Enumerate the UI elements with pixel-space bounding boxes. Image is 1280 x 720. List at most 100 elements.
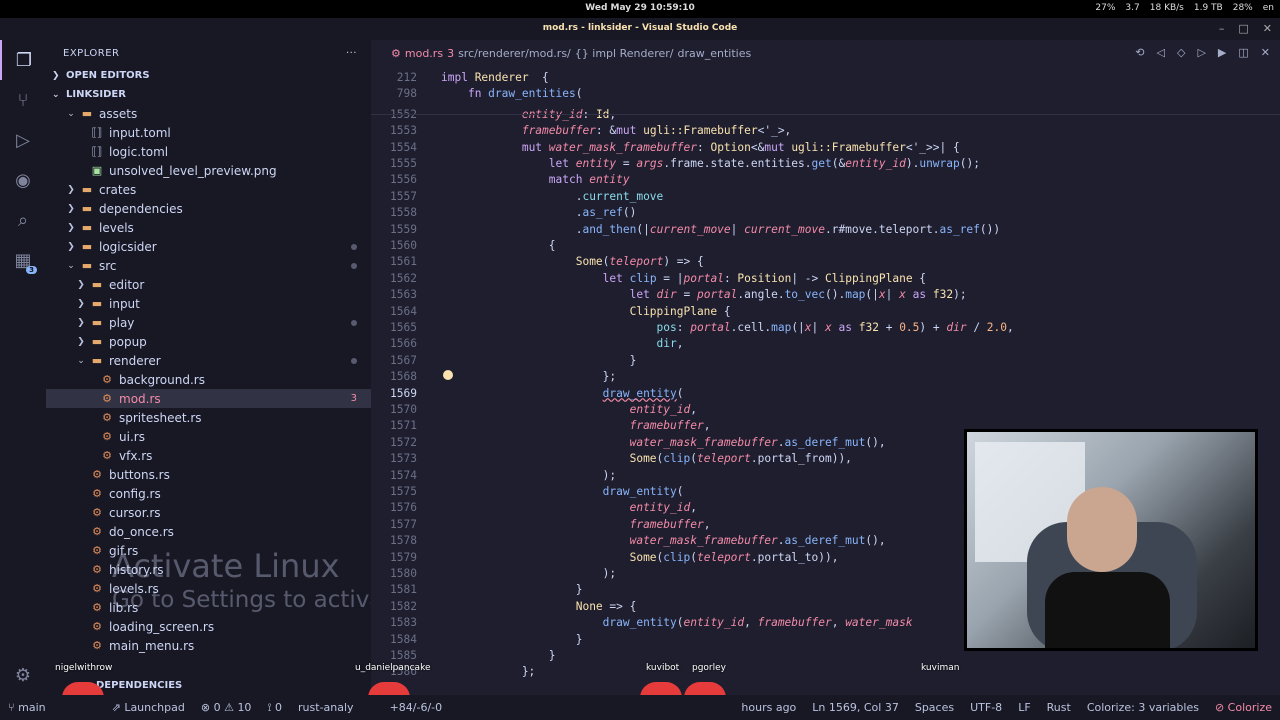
breadcrumb-file[interactable]: mod.rs [405,47,443,60]
go-forward-icon[interactable]: ▷ [1197,46,1205,59]
remote-icon[interactable]: ◉ [0,160,46,200]
diff-item[interactable]: +84/-6/-0 [382,701,451,714]
maximize-icon[interactable]: □ [1238,22,1248,35]
tree-item[interactable]: ❯ ▬ levels [46,218,371,237]
code-line[interactable]: 1567 } [371,353,1280,369]
code-line[interactable]: 1555 let entity = args.frame.state.entit… [371,156,1280,172]
project-section[interactable]: ⌄ LINKSIDER [46,85,371,104]
source-control-icon[interactable]: ⑂ [0,80,46,120]
search-icon[interactable]: ⌕ [0,200,46,240]
explorer-icon[interactable]: ❐ [0,40,46,80]
problems-item[interactable]: ⊗ 0 ⚠ 10 [193,701,260,714]
code-line[interactable]: 1586 }; [371,664,1280,680]
tree-item-label: input.toml [109,125,171,140]
minimize-icon[interactable]: – [1219,22,1225,35]
code-token: ClippingPlane [629,304,718,318]
tree-item[interactable]: ⚙ spritesheet.rs [46,408,371,427]
code-line[interactable]: 1570 entity_id, [371,402,1280,418]
run-debug-icon[interactable]: ▷ [0,120,46,160]
code-token: { [717,304,731,318]
tree-item[interactable]: ❯ ▬ logicsider [46,237,371,256]
blame-item[interactable]: hours ago [733,701,804,714]
tree-item[interactable]: ⚙ background.rs [46,370,371,389]
tree-item[interactable]: ⌄ ▬ renderer [46,351,371,370]
code-line[interactable]: 1554 mut water_mask_framebuffer: Option<… [371,140,1280,156]
code-line[interactable]: 1566 dir, [371,336,1280,352]
ports-item[interactable]: ⟟ 0 [259,701,290,715]
tree-item[interactable]: ❯ ▬ dependencies [46,199,371,218]
tree-item[interactable]: ⚙ mod.rs 3 [46,389,371,408]
code-line[interactable]: 1563 let dir = portal.angle.to_vec().map… [371,287,1280,303]
code-line[interactable]: 1568 }; [371,369,1280,385]
tree-item[interactable]: ❯ ▬ editor [46,275,371,294]
code-line[interactable]: 1569 draw_entity( [371,386,1280,402]
lightbulb-icon[interactable] [443,370,453,380]
tree-item[interactable]: ❯ ▬ play [46,313,371,332]
code-line[interactable]: 1560 { [371,238,1280,254]
code-line[interactable]: 1557 .current_move [371,189,1280,205]
tree-item[interactable]: ⚙ buttons.rs [46,465,371,484]
code-line[interactable]: 798 fn draw_entities( [371,86,1280,102]
tree-item[interactable]: ⚙ gif.rs [46,541,371,560]
tree-item[interactable]: ⚙ levels.rs [46,579,371,598]
colorize-vars-item[interactable]: Colorize: 3 variables [1079,701,1207,714]
tree-item[interactable]: ⌄ ▬ assets [46,104,371,123]
tree-item[interactable]: ⚙ config.rs [46,484,371,503]
code-line[interactable]: 1561 Some(teleport) => { [371,254,1280,270]
tree-item[interactable]: ⟦⟧ logic.toml [46,142,371,161]
code-token: ( [690,550,697,564]
tree-item[interactable]: ▣ unsolved_level_preview.png [46,161,371,180]
language-mode[interactable]: Rust [1039,701,1079,714]
breadcrumb-path[interactable]: src/renderer/mod.rs/ [458,47,571,60]
close-editor-icon[interactable]: ✕ [1261,46,1270,59]
code-line[interactable]: 1558 .as_ref() [371,205,1280,221]
extensions-icon[interactable]: ▦ 3 [0,240,46,280]
tree-item[interactable]: ⚙ history.rs [46,560,371,579]
branch-item[interactable]: ⑂ main [0,701,54,714]
code-line[interactable]: 1564 ClippingPlane { [371,304,1280,320]
eol-item[interactable]: LF [1010,701,1038,714]
tree-item[interactable]: ⚙ ui.rs [46,427,371,446]
close-icon[interactable]: ✕ [1263,22,1272,35]
modified-dot [351,357,357,364]
code-line[interactable]: 212 impl Renderer { [371,70,1280,86]
tree-item[interactable]: ⚙ main_menu.rs [46,636,371,655]
tree-item[interactable]: ❯ ▬ crates [46,180,371,199]
compare-icon[interactable]: ◇ [1177,46,1185,59]
tree-item[interactable]: ⚙ loading_screen.rs [46,617,371,636]
code-line[interactable]: 1559 .and_then(|current_move| current_mo… [371,222,1280,238]
analyzer-item[interactable]: rust-analy [290,701,362,714]
more-actions-icon[interactable]: ··· [346,48,357,59]
settings-gear-icon[interactable]: ⚙ [0,655,46,695]
go-back-icon[interactable]: ◁ [1157,46,1165,59]
tree-item[interactable]: ⚙ do_once.rs [46,522,371,541]
code-token: args [636,157,664,170]
tree-item[interactable]: ❯ ▬ popup [46,332,371,351]
folder-icon: ▬ [91,335,103,348]
tree-item[interactable]: ❯ ▬ input [46,294,371,313]
code-line[interactable]: 1565 pos: portal.cell.map(|x| x as f32 +… [371,320,1280,336]
launchpad-item[interactable]: ⇗ Launchpad [104,701,193,714]
tree-item[interactable]: ⚙ cursor.rs [46,503,371,522]
code-line[interactable]: 1556 match entity [371,172,1280,188]
tree-item[interactable]: ⟦⟧ input.toml [46,123,371,142]
line-text: Some(clip(teleport.portal_from)), [441,451,852,467]
code-line[interactable]: 1553 framebuffer: &mut ugli::Framebuffer… [371,123,1280,139]
os-stat: 1.9 TB [1193,3,1223,13]
tree-item[interactable]: ⚙ lib.rs [46,598,371,617]
cursor-position[interactable]: Ln 1569, Col 37 [804,701,907,714]
encoding-item[interactable]: UTF-8 [962,701,1010,714]
dependencies-section[interactable]: DEPENDENCIES [46,677,371,695]
split-editor-icon[interactable]: ◫ [1238,46,1248,59]
tree-item[interactable]: ⌄ ▬ src [46,256,371,275]
indentation-item[interactable]: Spaces [907,701,962,714]
code-line[interactable]: 1562 let clip = |portal: Position| -> Cl… [371,271,1280,287]
breadcrumb-impl[interactable]: {} impl Renderer/ [575,47,674,60]
history-icon[interactable]: ⟲ [1135,46,1144,59]
tree-item[interactable]: ⚙ vfx.rs [46,446,371,465]
open-editors-section[interactable]: ❯ OPEN EDITORS [46,66,371,85]
run-icon[interactable]: ▶ [1218,46,1226,59]
breadcrumb-fn[interactable]: draw_entities [677,47,751,60]
colorize-item[interactable]: ⊘ Colorize [1207,701,1280,714]
